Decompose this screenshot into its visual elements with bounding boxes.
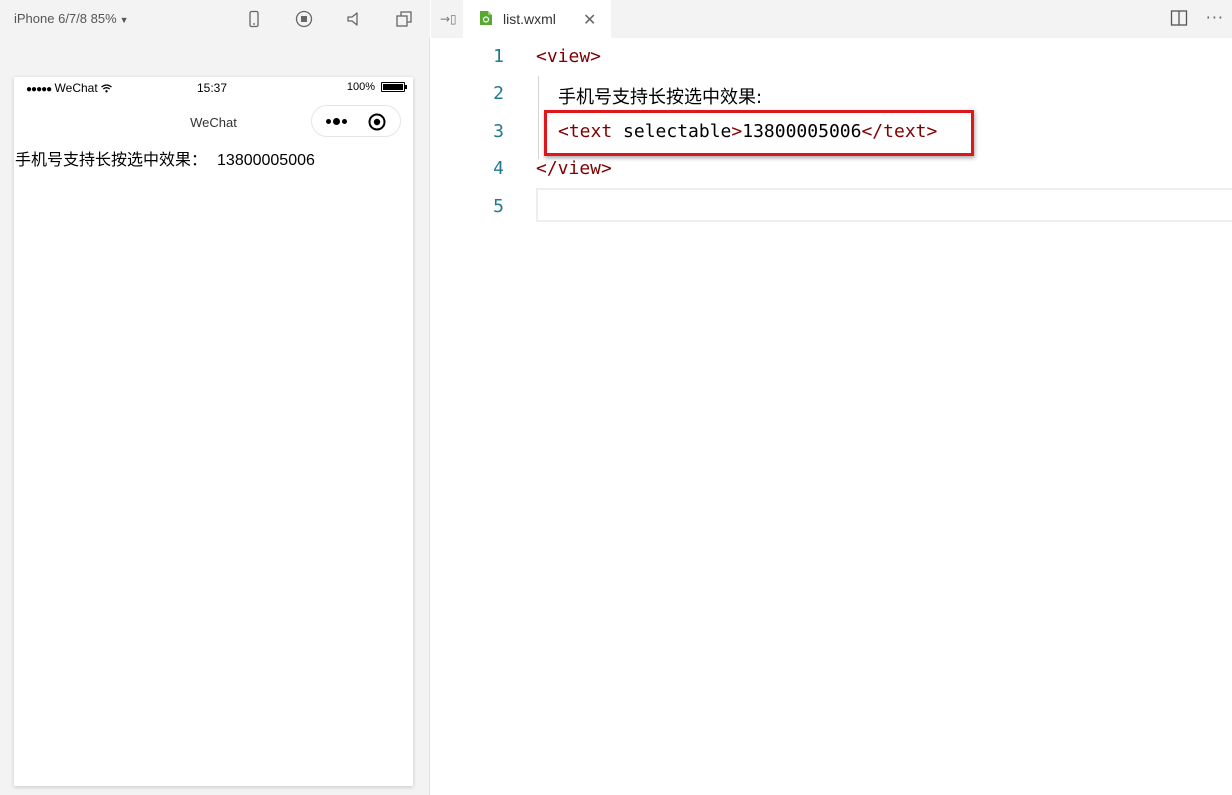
window-icon[interactable] <box>394 9 414 29</box>
editor-tab-bar: →▯ list.wxml ✕ ··· <box>431 0 1232 38</box>
code-line: 1 <view> <box>431 38 1232 75</box>
battery-icon <box>381 82 407 92</box>
split-editor-icon[interactable] <box>1170 9 1188 27</box>
status-bar: ●●●●● WeChat 15:37 100% <box>14 77 413 99</box>
volume-icon[interactable] <box>344 9 364 29</box>
line-number: 1 <box>493 46 504 67</box>
page-content: 手机号支持长按选中效果： 13800005006 <box>15 146 315 170</box>
more-actions-icon[interactable]: ··· <box>1206 8 1224 27</box>
close-target-icon[interactable] <box>368 113 386 131</box>
phone-number[interactable]: 13800005006 <box>217 152 315 169</box>
tab-list-wxml[interactable]: list.wxml ✕ <box>463 0 611 38</box>
phone-label: 手机号支持长按选中效果： <box>15 152 208 169</box>
line-number: 2 <box>493 83 504 104</box>
device-label: iPhone 6/7/8 85% <box>14 11 117 26</box>
battery-percent: 100% <box>346 81 375 93</box>
code-text: 手机号支持长按选中效果: <box>558 87 763 108</box>
line-number: 3 <box>493 121 504 142</box>
nav-bar: WeChat <box>14 103 413 141</box>
line-number: 5 <box>493 196 504 217</box>
simulator-pane: iPhone 6/7/8 85% ▼ ●●●●● WeChat 15:37 100… <box>0 0 430 795</box>
code-line: 2 手机号支持长按选中效果: <box>431 75 1232 112</box>
status-time: 15:37 <box>197 81 228 95</box>
simulator-toolbar: iPhone 6/7/8 85% ▼ <box>0 0 430 38</box>
toggle-panel-icon[interactable]: →▯ <box>440 12 457 26</box>
carrier-label: WeChat <box>54 81 98 95</box>
signal-dots-icon: ●●●●● <box>26 84 52 95</box>
phone-icon[interactable] <box>244 9 264 29</box>
carrier-info: ●●●●● WeChat <box>26 81 112 95</box>
wifi-icon <box>101 84 112 93</box>
record-icon[interactable] <box>294 9 314 29</box>
close-icon[interactable]: ✕ <box>583 10 596 29</box>
code-line: 5 <box>431 188 1232 225</box>
phone-screen: ●●●●● WeChat 15:37 100% WeChat 手机号支持长按选中… <box>14 77 413 786</box>
menu-capsule <box>311 105 401 137</box>
line-number: 4 <box>493 158 504 179</box>
wxml-file-icon <box>480 11 492 25</box>
battery-status: 100% <box>346 81 407 93</box>
tab-label: list.wxml <box>503 11 556 27</box>
chevron-down-icon: ▼ <box>119 15 129 25</box>
code-text: <view> <box>536 46 602 67</box>
code-editor[interactable]: 1 <view> 2 手机号支持长按选中效果: 3 <text selectab… <box>431 38 1232 795</box>
code-text: </view> <box>536 158 612 179</box>
device-selector[interactable]: iPhone 6/7/8 85% ▼ <box>14 11 129 26</box>
annotation-highlight-box <box>544 110 974 156</box>
more-menu-icon[interactable] <box>322 114 350 128</box>
